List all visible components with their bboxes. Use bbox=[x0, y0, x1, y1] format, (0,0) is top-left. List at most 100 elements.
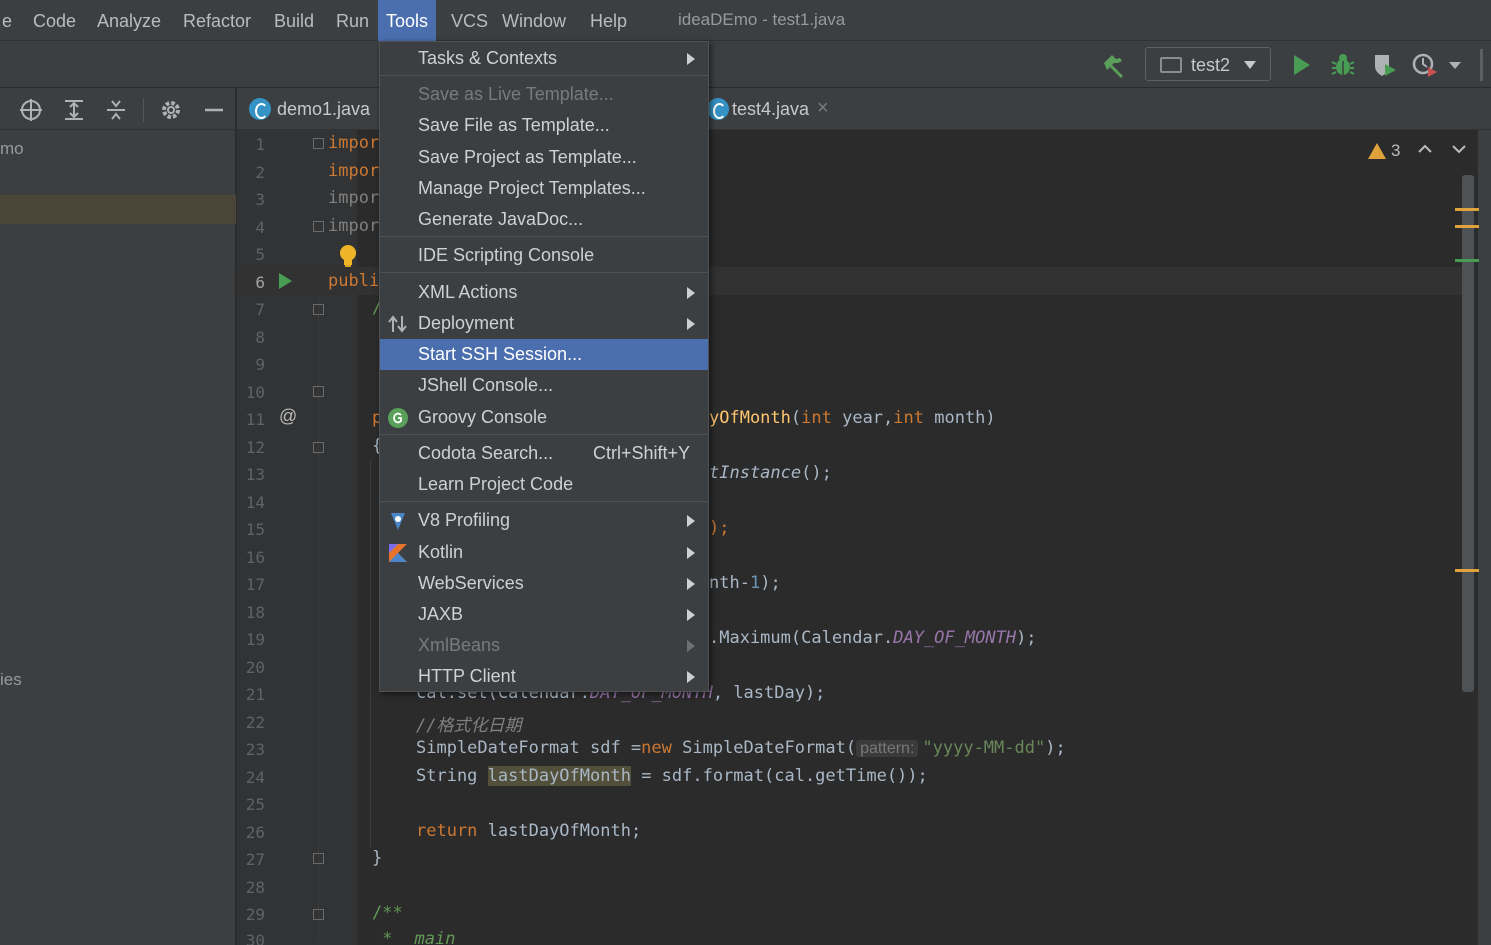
menu-item-label: Save as Live Template... bbox=[418, 84, 614, 104]
menu-item-label: Start SSH Session... bbox=[418, 344, 583, 364]
indent-guide bbox=[370, 460, 371, 848]
warning-stripe-mark[interactable] bbox=[1455, 569, 1479, 572]
profiler-icon[interactable] bbox=[1412, 52, 1438, 78]
code-token: = sdf.format(cal.getTime()); bbox=[630, 766, 928, 786]
expand-all-icon[interactable] bbox=[62, 98, 86, 122]
fold-marker-icon[interactable] bbox=[313, 442, 324, 453]
menu-vcs[interactable]: VCS bbox=[451, 0, 488, 41]
run-icon[interactable] bbox=[1288, 52, 1314, 78]
warning-stripe-mark[interactable] bbox=[1455, 225, 1479, 228]
main-toolbar: test2 bbox=[0, 41, 1491, 88]
menu-view[interactable]: e bbox=[2, 0, 12, 41]
debug-bug-icon[interactable] bbox=[1330, 52, 1356, 78]
menu-build[interactable]: Build bbox=[274, 0, 314, 41]
run-configuration-select[interactable]: test2 bbox=[1145, 47, 1271, 81]
warning-count: 3 bbox=[1391, 141, 1401, 160]
menu-item-jaxb[interactable]: JAXB bbox=[380, 599, 708, 630]
hide-minus-icon[interactable] bbox=[202, 98, 226, 122]
menu-item-tasks-contexts[interactable]: Tasks & Contexts bbox=[380, 43, 708, 74]
error-stripe bbox=[1478, 130, 1491, 945]
menu-item-label: Tasks & Contexts bbox=[418, 48, 558, 68]
window-title: ideaDEmo - test1.java bbox=[678, 10, 846, 29]
code-token: main bbox=[414, 929, 456, 945]
more-actions-chevron-icon[interactable] bbox=[1446, 52, 1472, 78]
menu-help[interactable]: Help bbox=[590, 0, 627, 41]
menu-item-kotlin[interactable]: Kotlin bbox=[380, 537, 708, 568]
menu-item-http-client[interactable]: HTTP Client bbox=[380, 661, 708, 692]
submenu-arrow-icon bbox=[687, 53, 695, 65]
menu-item-ide-scripting-console[interactable]: IDE Scripting Console bbox=[380, 240, 708, 271]
fold-marker-icon[interactable] bbox=[313, 853, 324, 864]
line-number: 9 bbox=[255, 355, 265, 374]
warning-stripe-mark[interactable] bbox=[1455, 208, 1479, 211]
menu-item-xmlbeans: XmlBeans bbox=[380, 630, 708, 661]
code-line: nth-1); bbox=[709, 573, 781, 593]
chevron-up-icon[interactable] bbox=[1416, 140, 1434, 158]
menu-bar: e Code Analyze Refactor Build Run Tools … bbox=[0, 0, 1491, 41]
menu-run[interactable]: Run bbox=[336, 0, 369, 41]
code-token-highlighted: lastDayOfMonth bbox=[487, 766, 631, 786]
toolbar-divider bbox=[143, 98, 144, 122]
collapse-all-icon[interactable] bbox=[104, 98, 128, 122]
fold-marker-icon[interactable] bbox=[313, 221, 324, 232]
settings-gear-icon[interactable] bbox=[159, 98, 183, 122]
project-panel: mo ies bbox=[0, 88, 236, 945]
fold-marker-icon[interactable] bbox=[313, 909, 324, 920]
menu-item-codota-search[interactable]: Codota Search... Ctrl+Shift+Y bbox=[380, 438, 708, 469]
menu-analyze[interactable]: Analyze bbox=[97, 0, 161, 41]
menu-item-webservices[interactable]: WebServices bbox=[380, 568, 708, 599]
locate-crosshair-icon[interactable] bbox=[19, 98, 43, 122]
menu-item-v8-profiling[interactable]: V8 Profiling bbox=[380, 505, 708, 536]
code-token: lastDayOfMonth; bbox=[477, 821, 642, 841]
project-tree-item[interactable]: mo bbox=[0, 139, 24, 159]
tab-test4-java[interactable]: test4.java × bbox=[705, 88, 845, 130]
fold-marker-icon[interactable] bbox=[313, 304, 324, 315]
tab-demo1-java[interactable]: demo1.java bbox=[237, 88, 379, 130]
line-number: 23 bbox=[245, 740, 265, 759]
change-stripe-mark[interactable] bbox=[1455, 259, 1479, 262]
code-token: String bbox=[416, 766, 488, 786]
fold-marker-icon[interactable] bbox=[313, 138, 324, 149]
line-number: 11 bbox=[245, 410, 265, 429]
submenu-arrow-icon bbox=[687, 287, 695, 299]
editor-scrollbar[interactable] bbox=[1462, 175, 1474, 692]
line-number: 6 bbox=[255, 273, 265, 292]
override-annotation-icon[interactable]: @ bbox=[279, 406, 297, 427]
code-token: year, bbox=[831, 408, 894, 428]
menu-item-generate-javadoc[interactable]: Generate JavaDoc... bbox=[380, 204, 708, 235]
run-config-icon bbox=[1160, 57, 1182, 73]
menu-tools[interactable]: Tools bbox=[378, 0, 437, 41]
chevron-down-icon[interactable] bbox=[1450, 140, 1468, 158]
code-line: tInstance(); bbox=[709, 463, 832, 483]
menu-item-learn-project-code[interactable]: Learn Project Code bbox=[380, 469, 708, 500]
menu-item-label: Deployment bbox=[418, 313, 515, 333]
code-line: impor bbox=[328, 216, 380, 236]
code-token: 1 bbox=[749, 573, 761, 593]
menu-refactor[interactable]: Refactor bbox=[183, 0, 251, 41]
menu-separator bbox=[380, 236, 708, 237]
menu-item-jshell-console[interactable]: JShell Console... bbox=[380, 370, 708, 401]
fold-marker-icon[interactable] bbox=[313, 386, 324, 397]
code-line: return lastDayOfMonth; bbox=[416, 821, 641, 841]
project-tree-item[interactable]: ies bbox=[0, 670, 22, 690]
line-number: 26 bbox=[245, 823, 265, 842]
menu-item-start-ssh-session[interactable]: Start SSH Session... bbox=[380, 339, 708, 370]
menu-item-groovy-console[interactable]: Groovy Console bbox=[380, 402, 708, 433]
run-gutter-icon[interactable] bbox=[277, 272, 293, 290]
menu-item-save-project-template[interactable]: Save Project as Template... bbox=[380, 142, 708, 173]
project-tree-selected-row[interactable] bbox=[0, 195, 236, 224]
close-icon[interactable]: × bbox=[817, 97, 829, 120]
menu-item-deployment[interactable]: Deployment bbox=[380, 308, 708, 339]
menu-item-manage-project-templates[interactable]: Manage Project Templates... bbox=[380, 173, 708, 204]
hammer-build-icon[interactable] bbox=[1100, 52, 1126, 78]
menu-item-save-file-template[interactable]: Save File as Template... bbox=[380, 110, 708, 141]
line-number: 30 bbox=[245, 931, 265, 945]
lightbulb-icon[interactable] bbox=[338, 244, 358, 268]
menu-code[interactable]: Code bbox=[33, 0, 76, 41]
submenu-arrow-icon bbox=[687, 671, 695, 683]
menu-item-xml-actions[interactable]: XML Actions bbox=[380, 277, 708, 308]
menu-window[interactable]: Window bbox=[502, 0, 566, 41]
menu-item-label: Kotlin bbox=[418, 542, 464, 562]
coverage-icon[interactable] bbox=[1372, 52, 1398, 78]
menu-item-label: Groovy Console bbox=[418, 407, 548, 427]
